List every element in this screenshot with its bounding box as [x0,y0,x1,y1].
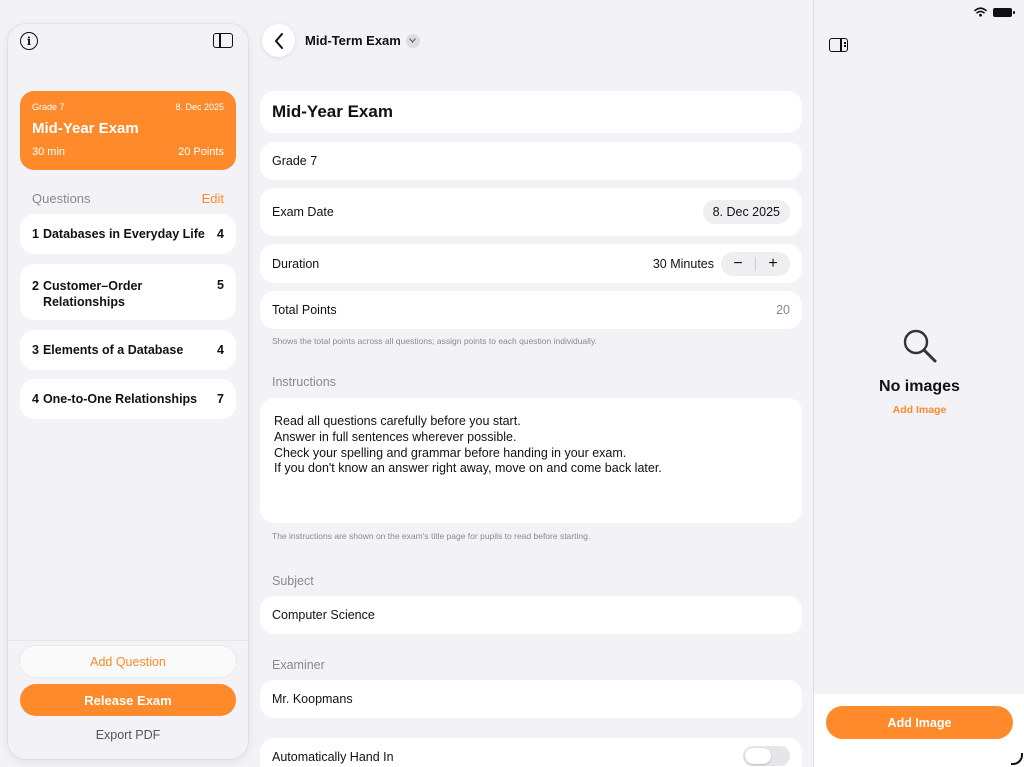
questions-label: Questions [32,191,91,206]
questions-header: Questions Edit [32,191,224,206]
exam-date-label: Exam Date [272,205,334,219]
sidebar-footer: Add Question Release Exam Export PDF [8,640,248,759]
stepper-minus-button[interactable]: − [721,255,755,272]
exam-date-row: Exam Date 8. Dec 2025 [260,188,802,236]
grade-field[interactable]: Grade 7 [260,142,802,180]
chevron-down-icon [405,33,420,48]
resize-handle-icon[interactable] [1011,753,1023,765]
question-item-1[interactable]: 1 Databases in Everyday Life 4 [20,214,236,254]
add-image-button[interactable]: Add Image [826,706,1013,739]
page-title: Mid-Term Exam [305,33,401,48]
exam-title-menu[interactable]: Mid-Term Exam [305,33,420,48]
back-button[interactable] [262,24,295,57]
total-points-hint: Shows the total points across all questi… [272,336,597,346]
subject-label: Subject [272,574,314,588]
exam-date-picker[interactable]: 8. Dec 2025 [702,200,790,224]
exam-card-date: 8. Dec 2025 [175,102,224,112]
total-points-value: 20 [776,303,790,317]
info-icon[interactable]: i [20,32,38,50]
grade-value: Grade 7 [272,154,318,168]
examiner-value: Mr. Koopmans [272,692,353,706]
add-question-button[interactable]: Add Question [20,646,236,677]
question-points: 7 [217,392,224,406]
question-title: One-to-One Relationships [42,392,198,406]
exam-card[interactable]: Grade 7 8. Dec 2025 Mid-Year Exam 30 min… [20,91,236,170]
sidebar-toolbar: i [8,24,248,60]
question-item-3[interactable]: 3 Elements of a Database 4 [20,330,236,370]
subject-value: Computer Science [272,608,375,622]
duration-label: Duration [272,256,320,271]
release-exam-button[interactable]: Release Exam [20,684,236,716]
question-number: 4 [32,392,39,406]
instructions-hint: The instructions are shown on the exam's… [272,531,591,541]
status-bar [974,7,1015,17]
wifi-icon [974,7,987,17]
question-item-4[interactable]: 4 One-to-One Relationships 7 [20,379,236,419]
question-points: 5 [217,278,224,292]
exam-card-grade: Grade 7 [32,102,65,112]
instructions-line: If you don't know an answer right away, … [274,461,662,476]
export-pdf-button[interactable]: Export PDF [8,728,248,742]
inspector-toggle-icon[interactable] [829,38,848,52]
total-points-label: Total Points [272,303,337,317]
examiner-label: Examiner [272,658,325,672]
image-panel-footer: Add Image [814,694,1024,767]
question-title: Elements of a Database [42,343,184,357]
sidebar-toggle-icon[interactable] [213,33,233,48]
sidebar: i Grade 7 8. Dec 2025 Mid-Year Exam 30 m… [8,24,248,759]
total-points-row: Total Points 20 [260,291,802,329]
image-panel: No images Add Image Add Image [813,0,1024,767]
exam-title-value: Mid-Year Exam [272,102,393,121]
question-item-2[interactable]: 2 Customer–Order Relationships 5 [20,264,236,320]
question-number: 2 [32,279,39,293]
subject-field[interactable]: Computer Science [260,596,802,634]
edit-button[interactable]: Edit [202,191,224,206]
stepper-plus-button[interactable]: + [756,255,790,272]
chevron-left-icon [274,32,283,49]
instructions-line: Check your spelling and grammar before h… [274,445,627,460]
instructions-textarea[interactable]: Read all questions carefully before you … [260,398,802,523]
instructions-line: Answer in full sentences wherever possib… [274,429,517,444]
battery-icon [993,7,1015,17]
question-points: 4 [217,343,224,357]
instructions-label: Instructions [272,375,336,389]
exam-card-title: Mid-Year Exam [32,120,139,137]
examiner-field[interactable]: Mr. Koopmans [260,680,802,718]
question-number: 1 [32,227,39,241]
duration-row: Duration 30 Minutes − + [260,244,802,283]
instructions-line: Read all questions carefully before you … [274,414,521,428]
auto-hand-in-toggle[interactable] [743,746,790,766]
question-number: 3 [32,343,39,357]
empty-state-title: No images [879,378,960,395]
exam-card-points: 20 Points [178,146,224,158]
duration-stepper[interactable]: − + [721,251,790,276]
question-title: Databases in Everyday Life [42,227,205,241]
exam-title-field[interactable]: Mid-Year Exam [260,91,802,133]
question-title: Customer–Order Relationships [42,279,143,309]
auto-hand-in-row: Automatically Hand In [260,738,802,767]
question-points: 4 [217,227,224,241]
search-icon [903,329,937,363]
exam-card-duration: 30 min [32,146,66,158]
auto-hand-in-label: Automatically Hand In [272,750,394,764]
add-image-link[interactable]: Add Image [814,404,1024,416]
duration-value: 30 Minutes [652,256,714,271]
